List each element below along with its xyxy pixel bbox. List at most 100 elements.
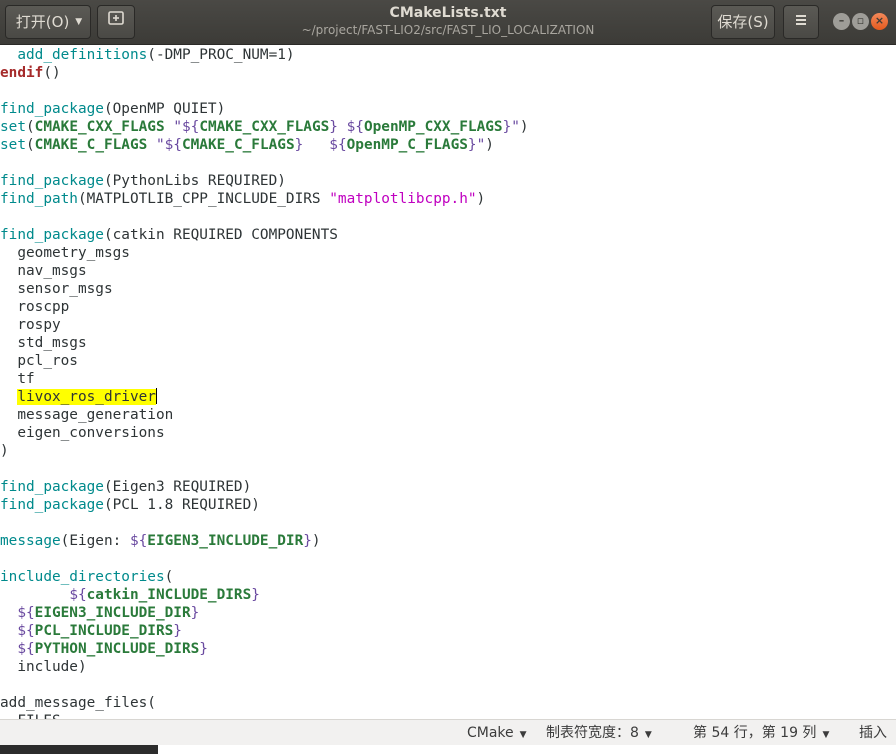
code-token: find_package	[0, 173, 104, 189]
status-bar: CMake ▼ 制表符宽度：8 ▼ 第 54 行，第 19 列 ▼ 插入	[0, 719, 896, 745]
code-token: "${	[155, 137, 182, 153]
code-token: ${	[17, 605, 35, 621]
code-token: (PCL 1.8 REQUIRED)	[103, 497, 260, 513]
code-line[interactable]: ${EIGEN3_INCLUDE_DIR}	[0, 604, 199, 622]
code-token: CMAKE_C_FLAGS	[34, 137, 148, 153]
code-token: PYTHON_INCLUDE_DIRS	[34, 641, 200, 657]
text-editor[interactable]: add_definitions(-DMP_PROC_NUM=1) endif() f…	[0, 45, 896, 719]
code-line[interactable]: find_package(catkin REQUIRED COMPONENTS	[0, 226, 338, 244]
code-line[interactable]: pcl_ros	[0, 352, 78, 370]
code-line[interactable]: include_directories(	[0, 568, 173, 586]
chevron-down-icon: ▼	[644, 730, 652, 740]
code-line[interactable]: eigen_conversions	[0, 424, 165, 442]
code-line[interactable]: )	[0, 442, 9, 460]
code-token: find_package	[0, 479, 104, 495]
code-token: CMAKE_C_FLAGS	[181, 137, 295, 153]
hamburger-menu-icon	[794, 6, 808, 38]
code-token: catkin_INCLUDE_DIRS	[86, 587, 252, 603]
code-token: }	[329, 119, 338, 135]
code-line[interactable]: message(Eigen: ${EIGEN3_INCLUDE_DIR})	[0, 532, 321, 550]
code-token: find_package	[0, 101, 104, 117]
code-line[interactable]: set(CMAKE_C_FLAGS "${CMAKE_C_FLAGS} ${Op…	[0, 136, 494, 154]
code-token: ${	[17, 641, 35, 657]
code-line[interactable]: rospy	[0, 316, 60, 334]
language-selector[interactable]: CMake ▼	[467, 723, 527, 745]
chevron-down-icon: ▼	[519, 730, 527, 740]
window-subtitle: ~/project/FAST-LIO2/src/FAST_LIO_LOCALIZ…	[301, 23, 595, 37]
code-line[interactable]: endif()	[0, 64, 61, 82]
code-line[interactable]: message_generation	[0, 406, 173, 424]
code-line[interactable]: find_package(Eigen3 REQUIRED)	[0, 478, 251, 496]
open-button[interactable]: 打开(O) ▼	[5, 5, 91, 39]
code-token: )	[476, 191, 486, 207]
window-title-area: CMakeLists.txt ~/project/FAST-LIO2/src/F…	[250, 4, 646, 38]
code-token: ()	[43, 65, 61, 81]
code-token: ${	[17, 623, 35, 639]
code-token: EIGEN3_INCLUDE_DIR	[147, 533, 304, 549]
code-token: OpenMP_CXX_FLAGS	[363, 119, 503, 135]
code-line[interactable]: ${PCL_INCLUDE_DIRS}	[0, 622, 182, 640]
code-line[interactable]: FILES	[0, 712, 60, 719]
tab-width-selector[interactable]: 制表符宽度：8 ▼	[546, 723, 652, 745]
code-line[interactable]: livox_ros_driver	[0, 388, 157, 406]
code-line[interactable]: roscpp	[0, 298, 69, 316]
code-line[interactable]: set(CMAKE_CXX_FLAGS "${CMAKE_CXX_FLAGS} …	[0, 118, 529, 136]
maximize-icon[interactable]: ▫	[852, 13, 869, 30]
language-label: CMake	[467, 725, 514, 741]
code-line[interactable]: std_msgs	[0, 334, 87, 352]
code-token: tf	[0, 371, 35, 387]
code-line[interactable]: find_path(MATPLOTLIB_CPP_INCLUDE_DIRS "m…	[0, 190, 485, 208]
code-token: )	[485, 137, 494, 153]
cursor-position[interactable]: 第 54 行，第 19 列 ▼	[693, 723, 829, 745]
code-token: }	[190, 605, 200, 621]
code-token: }"	[467, 137, 486, 153]
code-token: find_path	[0, 191, 78, 207]
code-line[interactable]: nav_msgs	[0, 262, 86, 280]
code-token: eigen_conversions	[0, 425, 165, 441]
new-tab-button[interactable]	[97, 5, 135, 39]
code-line[interactable]: ${catkin_INCLUDE_DIRS}	[0, 586, 260, 604]
header-bar: 打开(O) ▼ CMakeLists.txt ~/project/FAST-LI…	[0, 0, 896, 45]
code-token: ${	[346, 119, 364, 135]
code-token: (	[164, 569, 174, 585]
code-line[interactable]: ${PYTHON_INCLUDE_DIRS}	[0, 640, 208, 658]
code-token: find_package	[0, 227, 104, 243]
chevron-down-icon[interactable]: ▼	[75, 6, 82, 38]
close-icon[interactable]: ×	[871, 13, 888, 30]
code-line[interactable]: find_package(PythonLibs REQUIRED)	[0, 172, 286, 190]
insert-mode-indicator[interactable]: 插入	[859, 723, 887, 743]
code-token: }	[199, 641, 208, 657]
tab-width-label: 制表符宽度：8	[546, 725, 639, 741]
code-line[interactable]: add_message_files(	[0, 694, 156, 712]
code-token: std_msgs	[0, 335, 87, 351]
code-line[interactable]: include)	[0, 658, 86, 676]
code-token: )	[0, 443, 9, 459]
code-line[interactable]: add_definitions(-DMP_PROC_NUM=1)	[0, 46, 294, 64]
code-token: add_definitions	[17, 47, 148, 63]
new-tab-icon	[107, 6, 125, 38]
save-button[interactable]: 保存(S)	[711, 5, 775, 39]
code-token: (Eigen:	[60, 533, 130, 549]
code-token: (catkin REQUIRED COMPONENTS	[103, 227, 338, 243]
code-line[interactable]: tf	[0, 370, 35, 388]
code-token: add_message_files(	[0, 695, 156, 711]
code-token: livox_ros_driver	[17, 389, 156, 405]
code-line[interactable]: find_package(OpenMP QUIET)	[0, 100, 225, 118]
code-line[interactable]: find_package(PCL 1.8 REQUIRED)	[0, 496, 260, 514]
code-token: geometry_msgs	[0, 245, 130, 261]
taskbar-fragment	[0, 745, 158, 754]
code-token: include_directories	[0, 569, 165, 585]
code-token: (	[26, 119, 35, 135]
code-line[interactable]: sensor_msgs	[0, 280, 112, 298]
hamburger-menu-button[interactable]	[783, 5, 819, 39]
code-token: )	[311, 533, 321, 549]
text-cursor	[155, 388, 157, 404]
code-line[interactable]: geometry_msgs	[0, 244, 130, 262]
minimize-icon[interactable]: –	[833, 13, 850, 30]
